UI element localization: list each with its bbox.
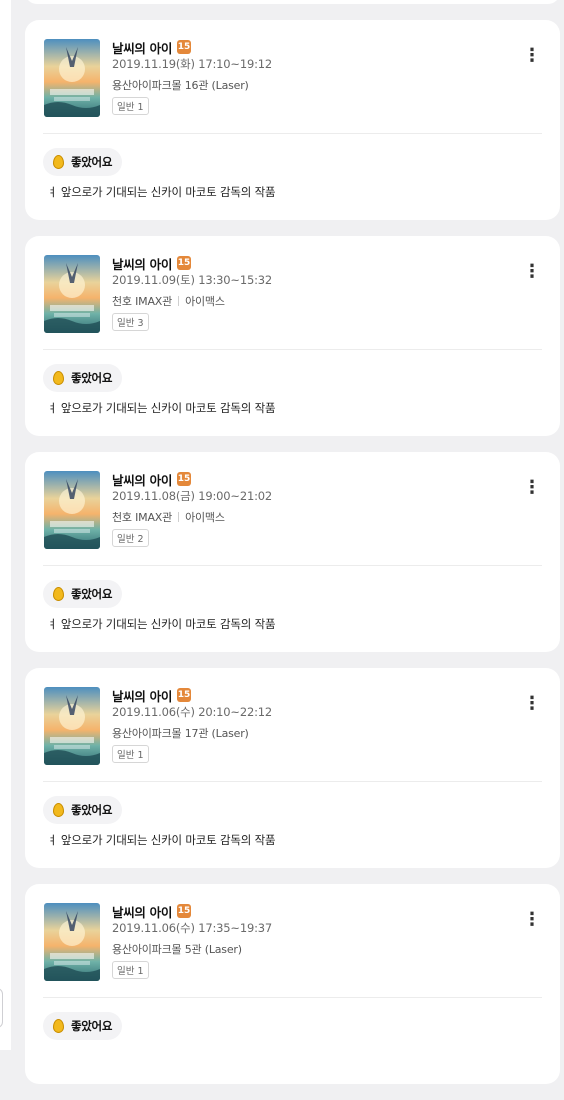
reaction-label: 좋았어요 [71,587,113,601]
theater-info: 용산아이파크몰 5관 (Laser) [112,941,242,957]
age-rating-badge: 15 [177,688,192,702]
theater-info: 천호 IMAX관 아이맥스 [112,293,225,309]
left-sidebar-edge [0,0,11,1050]
card-divider [43,349,542,350]
card-divider [43,133,542,134]
showtime: 2019.11.19(화) 17:10~19:12 [112,57,272,71]
reaction-label: 좋았어요 [71,371,113,385]
watched-movie-card: 날씨의 아이 15 2019.11.19(화) 17:10~19:12 용산아이… [25,20,560,220]
golden-egg-icon [53,587,64,601]
card-divider [43,781,542,782]
showtime: 2019.11.08(금) 19:00~21:02 [112,489,272,503]
more-options-button[interactable]: ⋮ [522,478,542,498]
watched-movie-card: 날씨의 아이 15 2019.11.08(금) 19:00~21:02 천호 I… [25,452,560,652]
theater-info: 천호 IMAX관 아이맥스 [112,509,225,525]
age-rating-badge: 15 [177,904,192,918]
golden-egg-icon [53,371,64,385]
reaction-chip[interactable]: 좋았어요 [43,1012,123,1040]
floating-side-handle[interactable] [0,988,3,1028]
movie-poster[interactable] [44,39,100,117]
reaction-label: 좋았어요 [71,1019,113,1033]
vertical-ellipsis-icon: ⋮ [523,45,541,66]
theater-name: 용산아이파크몰 16관 (Laser) [112,79,249,92]
movie-poster[interactable] [44,687,100,765]
review-text[interactable]: ㅕ 앞으로가 기대되는 신카이 마코토 감독의 작품 [47,832,276,848]
showtime: 2019.11.09(토) 13:30~15:32 [112,273,272,287]
age-rating-badge: 15 [177,472,192,486]
seat-tag: 일반 1 [112,97,149,115]
age-rating-badge: 15 [177,256,192,270]
theater-format-divider [178,296,180,306]
reaction-label: 좋았어요 [71,803,113,817]
movie-poster[interactable] [44,903,100,981]
more-options-button[interactable]: ⋮ [522,46,542,66]
vertical-ellipsis-icon: ⋮ [523,477,541,498]
reaction-chip[interactable]: 좋았어요 [43,796,123,824]
seat-tag: 일반 1 [112,745,149,763]
screen-format: 아이맥스 [185,295,225,308]
vertical-ellipsis-icon: ⋮ [523,693,541,714]
movie-poster[interactable] [44,255,100,333]
more-options-button[interactable]: ⋮ [522,910,542,930]
theater-name: 용산아이파크몰 5관 (Laser) [112,943,242,956]
movie-title[interactable]: 날씨의 아이 [112,254,172,273]
theater-name: 천호 IMAX관 [112,511,173,524]
movie-poster[interactable] [44,471,100,549]
golden-egg-icon [53,1019,64,1033]
watched-movie-card: 날씨의 아이 15 2019.11.09(토) 13:30~15:32 천호 I… [25,236,560,436]
theater-name: 천호 IMAX관 [112,295,173,308]
review-text[interactable]: ㅕ 앞으로가 기대되는 신카이 마코토 감독의 작품 [47,400,276,416]
review-text[interactable]: ㅕ 앞으로가 기대되는 신카이 마코토 감독의 작품 [47,616,276,632]
movie-title[interactable]: 날씨의 아이 [112,470,172,489]
reaction-chip[interactable]: 좋았어요 [43,148,123,176]
card-divider [43,565,542,566]
watched-movie-card: 날씨의 아이 15 2019.11.06(수) 20:10~22:12 용산아이… [25,668,560,868]
seat-tag: 일반 2 [112,529,149,547]
movie-title[interactable]: 날씨의 아이 [112,686,172,705]
vertical-ellipsis-icon: ⋮ [523,909,541,930]
movie-title[interactable]: 날씨의 아이 [112,38,172,57]
more-options-button[interactable]: ⋮ [522,694,542,714]
showtime: 2019.11.06(수) 20:10~22:12 [112,705,272,719]
reaction-label: 좋았어요 [71,155,113,169]
seat-tag: 일반 3 [112,313,149,331]
vertical-ellipsis-icon: ⋮ [523,261,541,282]
showtime: 2019.11.06(수) 17:35~19:37 [112,921,272,935]
reaction-chip[interactable]: 좋았어요 [43,580,123,608]
previous-card-edge [25,0,560,4]
theater-name: 용산아이파크몰 17관 (Laser) [112,727,249,740]
watched-movie-list: 날씨의 아이 15 2019.11.19(화) 17:10~19:12 용산아이… [25,20,560,1100]
screen-format: 아이맥스 [185,511,225,524]
theater-info: 용산아이파크몰 16관 (Laser) [112,77,249,93]
theater-info: 용산아이파크몰 17관 (Laser) [112,725,249,741]
watched-movie-card: 날씨의 아이 15 2019.11.06(수) 17:35~19:37 용산아이… [25,884,560,1084]
card-divider [43,997,542,998]
golden-egg-icon [53,155,64,169]
review-text[interactable]: ㅕ 앞으로가 기대되는 신카이 마코토 감독의 작품 [47,184,276,200]
movie-title[interactable]: 날씨의 아이 [112,902,172,921]
seat-tag: 일반 1 [112,961,149,979]
reaction-chip[interactable]: 좋았어요 [43,364,123,392]
more-options-button[interactable]: ⋮ [522,262,542,282]
theater-format-divider [178,512,180,522]
golden-egg-icon [53,803,64,817]
age-rating-badge: 15 [177,40,192,54]
